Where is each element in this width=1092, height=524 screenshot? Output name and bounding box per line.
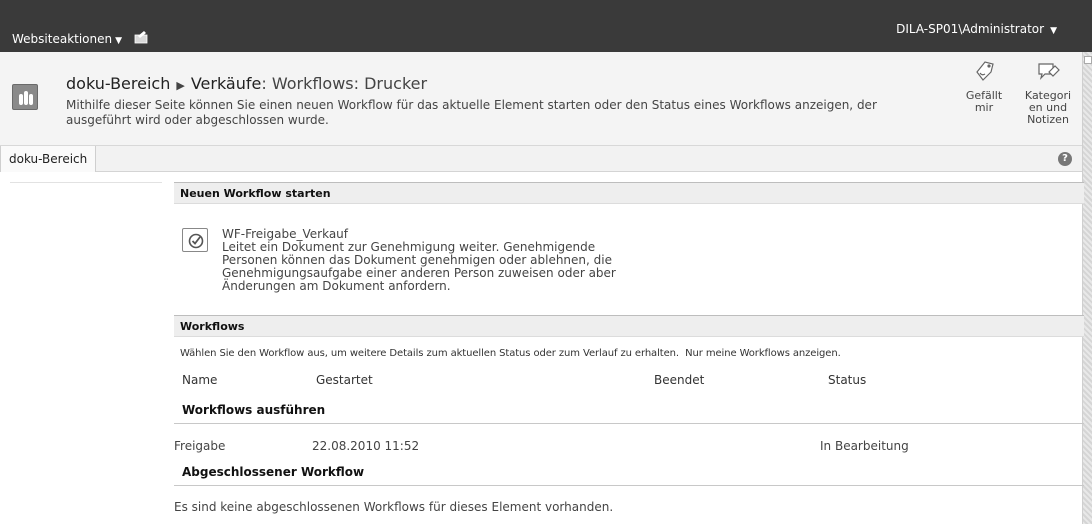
divider (174, 423, 1084, 424)
running-workflows-heading: Workflows ausführen (182, 403, 326, 417)
workflow-start-link[interactable]: WF-Freigabe_Verkauf (222, 227, 348, 241)
like-label: Gefällt mir (965, 89, 1003, 114)
workflow-status-link[interactable]: In Bearbeitung (820, 439, 909, 453)
scroll-up-icon[interactable] (1084, 56, 1092, 64)
workflow-option: WF-Freigabe_Verkauf Leitet ein Dokument … (222, 228, 642, 293)
breadcrumb-list-link[interactable]: Verkäufe (191, 74, 262, 93)
site-actions-menu[interactable]: Websiteaktionen ▼ (12, 32, 122, 46)
page-description: Mithilfe dieser Seite können Sie einen n… (66, 98, 877, 127)
page-title: : Workflows: Drucker (261, 74, 428, 93)
start-workflow-heading: Neuen Workflow starten (174, 182, 1084, 204)
top-navigation: doku-Bereich ? (0, 146, 1082, 172)
divider (174, 485, 1084, 486)
site-logo-icon[interactable] (12, 84, 38, 110)
table-row-started: 22.08.2010 11:52 (312, 439, 420, 453)
left-nav-divider (10, 182, 162, 183)
completed-empty-message: Es sind keine abgeschlossenen Workflows … (174, 500, 614, 514)
workflows-heading: Workflows (174, 315, 1084, 337)
help-icon[interactable]: ? (1058, 152, 1072, 166)
column-header-name: Name (182, 373, 218, 387)
workflow-instance-link[interactable]: Freigabe (174, 439, 225, 453)
tags-notes-icon (1038, 63, 1060, 80)
workflow-check-icon (188, 233, 204, 249)
column-header-started: Gestartet (316, 373, 373, 387)
like-tag-icon (976, 61, 994, 81)
like-button[interactable]: Gefällt mir (958, 58, 1010, 114)
tags-notes-label: Kategori en und Notizen (1024, 89, 1072, 126)
column-header-status: Status (828, 373, 867, 387)
title-area: doku-Bereich ▶ Verkäufe: Workflows: Drucke… (0, 52, 1082, 146)
tab-doku-bereich[interactable]: doku-Bereich (0, 146, 97, 172)
vertical-scrollbar[interactable] (1082, 52, 1092, 524)
site-actions-label: Websiteaktionen (12, 32, 113, 46)
workflows-instruction-text: Wählen Sie den Workflow aus, um weitere … (180, 348, 679, 359)
user-menu[interactable]: DILA-SP01\Administrator ▼ (896, 22, 1057, 36)
completed-workflows-heading: Abgeschlossener Workflow (182, 465, 365, 479)
workflow-start-icon[interactable] (182, 228, 208, 252)
user-name: DILA-SP01\Administrator (896, 22, 1045, 36)
chevron-down-icon: ▼ (1050, 26, 1057, 36)
column-header-ended: Beendet (654, 373, 705, 387)
breadcrumb-site-link[interactable]: doku-Bereich (66, 74, 170, 93)
browse-navigate-icon[interactable] (134, 30, 150, 44)
ribbon-bar: Websiteaktionen ▼ DILA-SP01\Administrator… (0, 0, 1092, 52)
tags-notes-button[interactable]: Kategori en und Notizen (1022, 58, 1074, 126)
workflows-instruction: Wählen Sie den Workflow aus, um weitere … (180, 348, 841, 359)
chevron-down-icon: ▼ (115, 36, 123, 46)
workflow-description: Leitet ein Dokument zur Genehmigung weit… (222, 240, 616, 293)
breadcrumb: doku-Bereich ▶ Verkäufe: Workflows: Drucke… (66, 74, 427, 93)
table-row-name: Freigabe (174, 439, 225, 453)
my-workflows-link[interactable]: Nur meine Workflows anzeigen. (685, 348, 841, 359)
table-row-status: In Bearbeitung (820, 439, 909, 453)
breadcrumb-arrow-icon: ▶ (176, 79, 185, 92)
